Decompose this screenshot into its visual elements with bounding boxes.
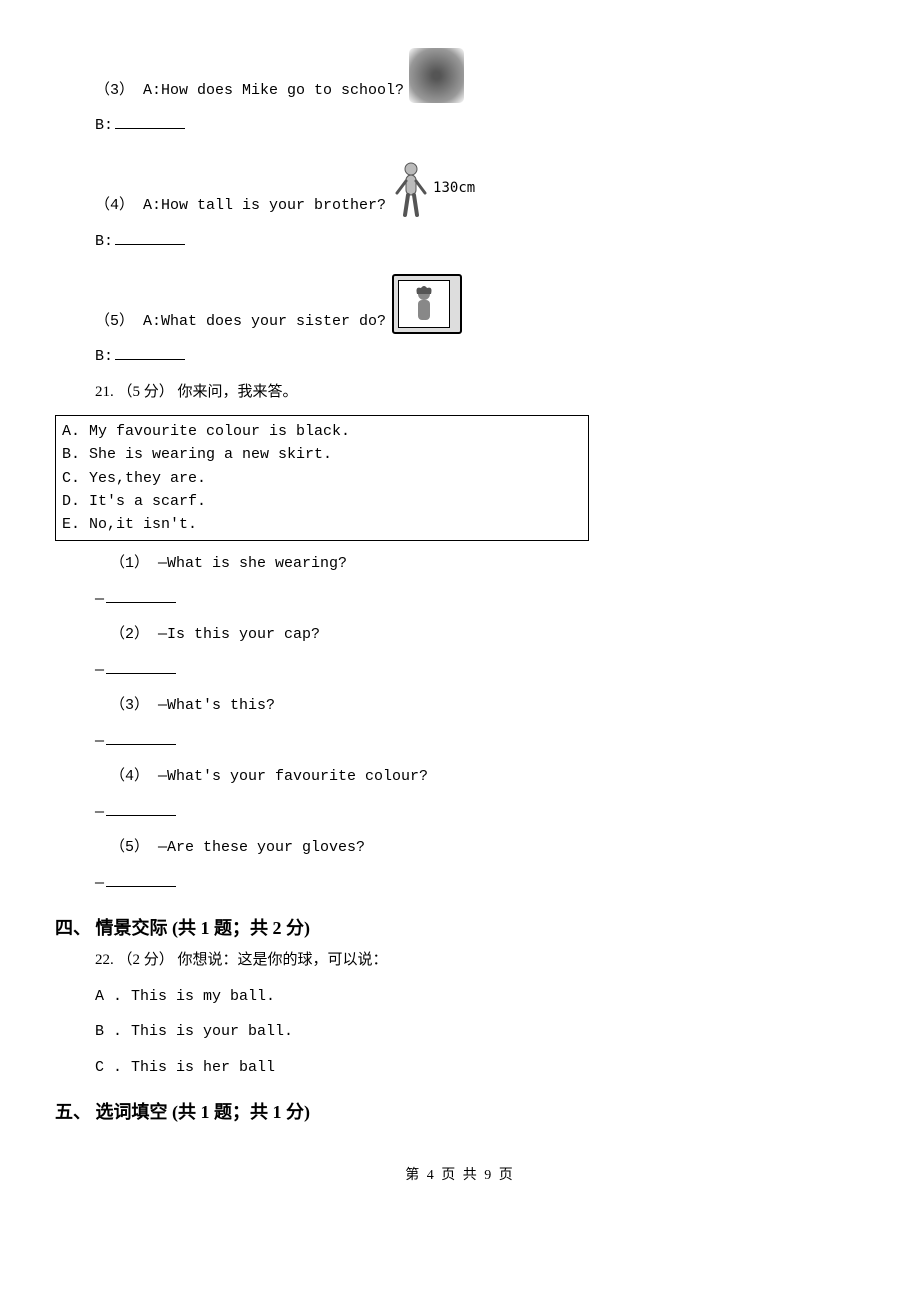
q21-blank-4[interactable] <box>106 801 176 816</box>
q4-blank[interactable] <box>115 230 185 245</box>
q21-item-1: （1） —What is she wearing? <box>55 551 865 577</box>
q22-option-c[interactable]: C . This is her ball <box>55 1055 865 1081</box>
height-label: 130cm <box>433 177 475 201</box>
q3-answer-line: B: <box>55 113 865 139</box>
q21-blank-1[interactable] <box>106 588 176 603</box>
q21-blank-3[interactable] <box>106 730 176 745</box>
q21-item-4: （4） —What's your favourite colour? <box>55 764 865 790</box>
q21-item-5: （5） —Are these your gloves? <box>55 835 865 861</box>
q4-answer-prefix: B: <box>95 233 113 250</box>
question-4: （4） A:How tall is your brother? 130cm <box>55 159 865 219</box>
options-box: A. My favourite colour is black. B. She … <box>55 415 589 541</box>
q21-answer-3: — <box>55 729 865 755</box>
option-e: E. No,it isn't. <box>62 513 582 536</box>
question-3: （3） A:How does Mike go to school? <box>55 48 865 103</box>
question-22-header: 22. （2 分） 你想说：这是你的球，可以说： <box>55 948 865 974</box>
question-5: （5） A:What does your sister do? <box>55 274 865 334</box>
q5-answer-prefix: B: <box>95 348 113 365</box>
section-4-title: 四、 情景交际 (共 1 题；共 2 分) <box>55 914 865 940</box>
option-d: D. It's a scarf. <box>62 490 582 513</box>
dash: — <box>95 662 104 679</box>
q22-option-b[interactable]: B . This is your ball. <box>55 1019 865 1045</box>
q3-answer-prefix: B: <box>95 117 113 134</box>
q4-answer-line: B: <box>55 229 865 255</box>
q21-answer-1: — <box>55 587 865 613</box>
question-21-header: 21. （5 分） 你来问，我来答。 <box>55 380 865 406</box>
option-b: B. She is wearing a new skirt. <box>62 443 582 466</box>
q3-blank[interactable] <box>115 115 185 130</box>
option-a: A. My favourite colour is black. <box>62 420 582 443</box>
tv-image-icon <box>392 274 462 334</box>
dash: — <box>95 804 104 821</box>
dash: — <box>95 591 104 608</box>
option-c: C. Yes,they are. <box>62 467 582 490</box>
q3-text: （3） A:How does Mike go to school? <box>95 78 404 104</box>
q21-item-3: （3） —What's this? <box>55 693 865 719</box>
q21-answer-2: — <box>55 658 865 684</box>
q21-answer-5: — <box>55 871 865 897</box>
page-footer: 第 4 页 共 9 页 <box>55 1164 865 1184</box>
q21-blank-2[interactable] <box>106 659 176 674</box>
section-5-title: 五、 选词填空 (共 1 题；共 1 分) <box>55 1098 865 1124</box>
q5-answer-line: B: <box>55 344 865 370</box>
q21-item-2: （2） —Is this your cap? <box>55 622 865 648</box>
q4-text: （4） A:How tall is your brother? <box>95 193 386 219</box>
q21-blank-5[interactable] <box>106 872 176 887</box>
q5-blank[interactable] <box>115 346 185 361</box>
stick-figure-icon <box>391 159 431 219</box>
height-image: 130cm <box>386 159 475 219</box>
dash: — <box>95 875 104 892</box>
bike-image-icon <box>409 48 464 103</box>
dash: — <box>95 733 104 750</box>
q22-option-a[interactable]: A . This is my ball. <box>55 984 865 1010</box>
q5-text: （5） A:What does your sister do? <box>95 309 386 335</box>
document-page: （3） A:How does Mike go to school? B: （4）… <box>0 0 920 1214</box>
q21-answer-4: — <box>55 800 865 826</box>
